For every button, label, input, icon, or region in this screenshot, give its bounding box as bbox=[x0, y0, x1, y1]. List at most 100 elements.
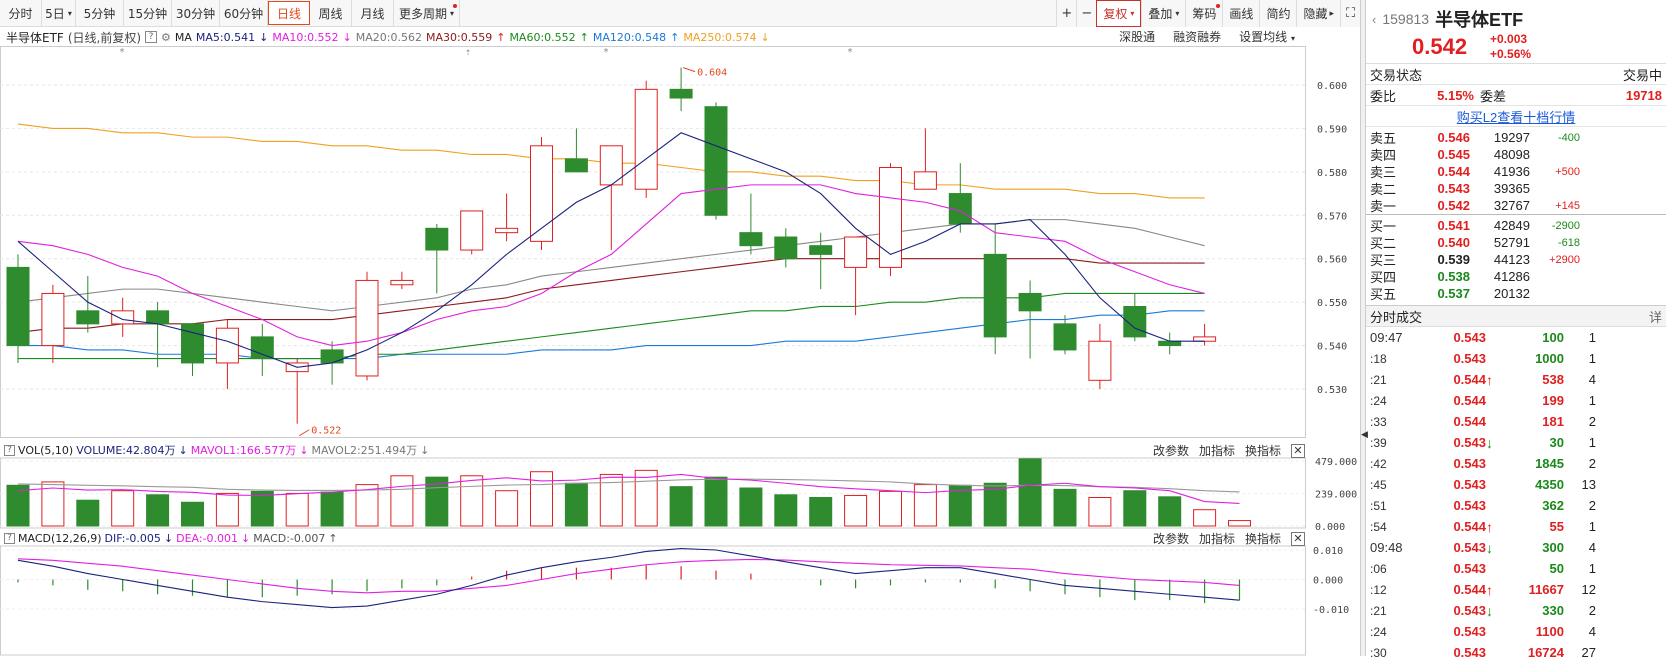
switch-indicator-button[interactable]: 换指标 bbox=[1245, 530, 1281, 547]
tab-more-periods[interactable]: 更多周期 ▾ bbox=[394, 0, 460, 26]
tick-price: 0.543 bbox=[1453, 498, 1486, 513]
candle-body bbox=[1018, 292, 1042, 312]
set-ma-dropdown[interactable]: 设置均线 ▾ bbox=[1239, 28, 1295, 45]
add-indicator-button[interactable]: 加指标 bbox=[1199, 530, 1235, 547]
candle-body bbox=[146, 310, 170, 325]
arrow-up-icon: ↑ bbox=[328, 531, 338, 545]
arrow-down-icon: ↓ bbox=[178, 443, 188, 457]
add-indicator-button[interactable]: 加指标 bbox=[1199, 442, 1235, 459]
tick-count: 1 bbox=[1588, 330, 1596, 345]
tab-30min[interactable]: 30分钟 bbox=[172, 0, 220, 26]
tick-volume: 100 bbox=[1542, 330, 1564, 345]
candle-body bbox=[425, 227, 449, 251]
tab-daily[interactable]: 日线 bbox=[268, 1, 310, 25]
chart-area[interactable]: 0.600 0.590 0.580 0.570 0.560 0.550 0.540 0.530… bbox=[0, 46, 1362, 656]
volume-bar bbox=[913, 484, 937, 527]
close-icon[interactable]: ✕ bbox=[1291, 443, 1305, 458]
volume-bar bbox=[390, 475, 414, 527]
tab-5min[interactable]: 5分钟 bbox=[76, 0, 124, 26]
asks-level-2: 卖四 0.545 48098 bbox=[1366, 146, 1666, 163]
tick-direction-icon: ↓ bbox=[1486, 434, 1493, 451]
dif-value: DIF:-0.005 bbox=[104, 531, 161, 545]
ma-label: MA bbox=[174, 30, 192, 44]
sz-connect-link[interactable]: 深股通 bbox=[1119, 28, 1155, 45]
tab-60min[interactable]: 60分钟 bbox=[220, 0, 268, 26]
candle-body bbox=[111, 310, 135, 325]
overlay-dropdown[interactable]: 叠加 ▾ bbox=[1141, 0, 1186, 27]
volume-bar bbox=[1088, 497, 1112, 527]
volume-bar bbox=[1158, 496, 1182, 527]
tab-5day[interactable]: 5日 ▾ bbox=[42, 0, 76, 26]
zoom-out-button[interactable]: − bbox=[1076, 0, 1097, 27]
macd-tick-label: -0.010 bbox=[1313, 605, 1349, 616]
asks-level-1: 卖五 0.546 19297 -400 bbox=[1366, 129, 1666, 146]
tab-fenshi[interactable]: 分时 bbox=[0, 0, 42, 26]
hide-button[interactable]: 隐藏 ▸ bbox=[1296, 0, 1340, 27]
set-ma-label: 设置均线 bbox=[1239, 30, 1288, 44]
volume-bar bbox=[76, 499, 100, 527]
edit-params-button[interactable]: 改参数 bbox=[1153, 442, 1189, 459]
settings-gear-icon[interactable]: ⚙ bbox=[161, 31, 171, 44]
tab-15min[interactable]: 15分钟 bbox=[124, 0, 172, 26]
period-tabs: 分时 5日 ▾ 5分钟 15分钟 30分钟 60分钟 日线 周线 月线 更多周期 ▾ bbox=[0, 0, 460, 26]
tick-time: :45 bbox=[1370, 477, 1387, 492]
weicha-value: 19718 bbox=[1625, 87, 1662, 103]
l2-upgrade-link[interactable]: 购买L2查看十档行情 bbox=[1366, 106, 1666, 127]
help-icon[interactable]: ? bbox=[4, 532, 15, 544]
volume-bar bbox=[495, 490, 519, 527]
close-icon[interactable]: ✕ bbox=[1291, 531, 1305, 546]
high-price-label: 0.604 bbox=[697, 68, 727, 79]
volume-bar bbox=[774, 494, 798, 527]
tick-volume: 362 bbox=[1542, 498, 1564, 513]
kline-chart-svg[interactable]: 0.600 0.590 0.580 0.570 0.560 0.550 0.540 0.530… bbox=[0, 46, 1362, 656]
price-tick-label: 0.560 bbox=[1317, 255, 1347, 266]
tab-label: 月线 bbox=[360, 6, 385, 21]
tab-weekly[interactable]: 周线 bbox=[310, 0, 352, 26]
simple-button[interactable]: 简约 bbox=[1259, 0, 1297, 27]
ticks-list[interactable]: 09:47 0.543 100 1:18 0.543 1000 1:21 0.544 ↑ 538 4… bbox=[1366, 327, 1666, 663]
price-tick-label: 0.550 bbox=[1317, 298, 1347, 309]
volume-bar bbox=[1193, 509, 1217, 527]
help-icon[interactable]: ? bbox=[4, 444, 15, 456]
zoom-in-button[interactable]: + bbox=[1056, 0, 1077, 27]
chevron-left-icon[interactable]: ‹ bbox=[1372, 12, 1376, 27]
volume-bar bbox=[634, 469, 658, 527]
help-icon[interactable]: ? bbox=[145, 31, 158, 43]
macd-value: MACD:-0.007 bbox=[253, 531, 326, 545]
tick-count: 13 bbox=[1581, 477, 1596, 492]
new-dot-icon bbox=[453, 4, 457, 8]
volume-tick-label: 0.000 bbox=[1315, 522, 1345, 533]
draw-line-button[interactable]: 画线 bbox=[1222, 0, 1260, 27]
tick-count: 2 bbox=[1588, 498, 1596, 513]
level-delta: +2900 bbox=[1549, 253, 1580, 266]
ticks-detail-button[interactable]: 详 bbox=[1649, 307, 1662, 326]
ma120-value: MA120:0.548 bbox=[592, 30, 667, 44]
tick-time: :12 bbox=[1370, 582, 1387, 597]
chips-button[interactable]: 筹码 bbox=[1185, 0, 1223, 27]
level-volume: 42849 bbox=[1493, 218, 1530, 233]
chevron-down-icon: ▾ bbox=[67, 8, 72, 18]
trade-status-label: 交易状态 bbox=[1370, 67, 1423, 83]
tick-count: 27 bbox=[1581, 645, 1596, 660]
candle-body bbox=[250, 336, 274, 360]
tick-volume: 1100 bbox=[1535, 624, 1564, 639]
tick-count: 2 bbox=[1588, 603, 1596, 618]
tick-price: 0.544 bbox=[1453, 372, 1486, 387]
price-change: +0.003 +0.56% bbox=[1490, 32, 1531, 62]
margin-trading-link[interactable]: 融资融券 bbox=[1173, 28, 1221, 45]
asks-level-4: 卖二 0.543 39365 bbox=[1366, 180, 1666, 197]
tick-volume: 300 bbox=[1542, 540, 1564, 555]
switch-indicator-button[interactable]: 换指标 bbox=[1245, 442, 1281, 459]
tab-monthly[interactable]: 月线 bbox=[352, 0, 394, 26]
fullscreen-icon[interactable]: ⛶ bbox=[1340, 0, 1360, 27]
ticks-header: 分时成交 详 bbox=[1366, 305, 1666, 327]
tick-price: 0.543 bbox=[1453, 561, 1486, 576]
restore-rights-dropdown[interactable]: 复权 ▾ bbox=[1096, 0, 1142, 27]
level-price: 0.537 bbox=[1437, 286, 1470, 301]
edit-params-button[interactable]: 改参数 bbox=[1153, 530, 1189, 547]
tick-row: :21 0.544 ↑ 538 4 bbox=[1366, 369, 1666, 390]
level-price: 0.545 bbox=[1437, 147, 1470, 162]
low-price-label: 0.522 bbox=[311, 426, 341, 437]
security-name: 半导体ETF bbox=[6, 30, 64, 45]
vol-indicator-name: VOL(5,10) bbox=[18, 443, 74, 457]
